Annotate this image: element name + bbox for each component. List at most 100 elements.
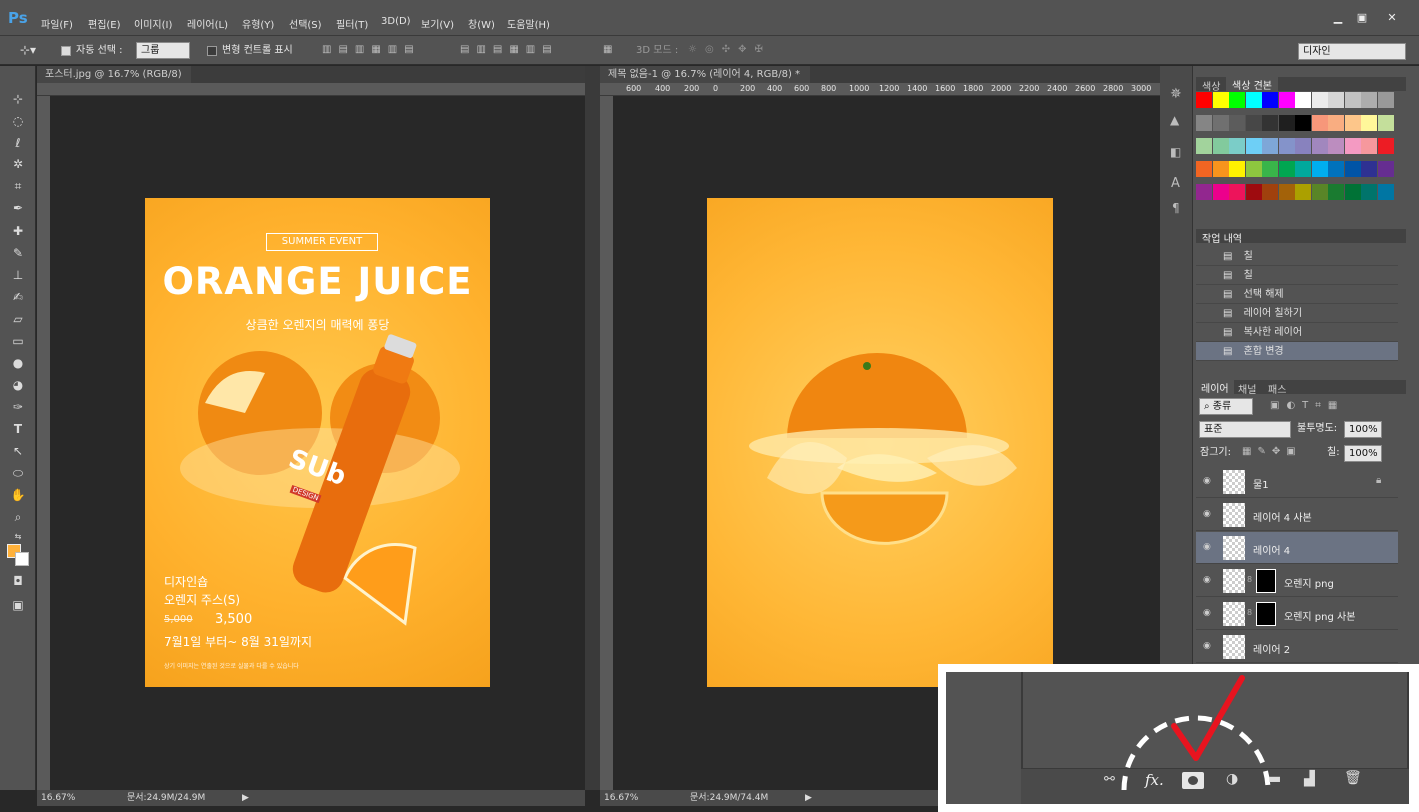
new-layer-icon[interactable]: ▟: [1304, 771, 1315, 787]
color-swatch[interactable]: [1278, 184, 1295, 200]
color-swatch[interactable]: [1377, 115, 1394, 131]
color-swatch[interactable]: [1361, 138, 1377, 154]
blend-mode-combo[interactable]: 표준: [1199, 421, 1291, 438]
color-swatch[interactable]: [1262, 184, 1278, 200]
eyedropper-icon[interactable]: ✒: [9, 199, 27, 217]
menu-filter[interactable]: 필터(T): [336, 16, 368, 31]
close-button[interactable]: ✕: [1380, 10, 1404, 26]
transform-controls-checkbox[interactable]: [207, 46, 217, 56]
color-swatch[interactable]: [1278, 138, 1295, 154]
menu-3d[interactable]: 3D(D): [381, 16, 411, 27]
trash-icon[interactable]: 🗑︎: [1344, 770, 1362, 786]
color-swatch[interactable]: [1377, 92, 1394, 108]
color-swatch[interactable]: [1229, 138, 1245, 154]
color-swatch[interactable]: [1377, 138, 1394, 154]
properties-icon[interactable]: ◧: [1170, 146, 1181, 158]
status-arrow-icon[interactable]: ▶: [805, 790, 812, 806]
color-swatch[interactable]: [1328, 184, 1344, 200]
menu-image[interactable]: 이미지(I): [134, 16, 172, 31]
color-swatch[interactable]: [1295, 161, 1311, 177]
align-icons[interactable]: ▥▤▥▦▥▤: [322, 44, 421, 56]
lock-icons[interactable]: ▦✎✥▣: [1242, 446, 1302, 458]
eye-icon[interactable]: ◉: [1203, 476, 1211, 486]
layer-row[interactable]: ◉ 레이어 2: [1196, 631, 1398, 663]
color-swatch[interactable]: [1212, 184, 1229, 200]
color-swatch[interactable]: [1328, 115, 1344, 131]
move-tool-icon[interactable]: ⊹▾: [20, 44, 36, 56]
poster-canvas[interactable]: SUMMER EVENT ORANGE JUICE 상큼한 오렌지의 매력에 퐁…: [145, 198, 490, 687]
layer-row[interactable]: ◉ 8 오렌지 png 사본: [1196, 598, 1398, 630]
color-swatch[interactable]: [1229, 92, 1245, 108]
color-swatch[interactable]: [1262, 92, 1278, 108]
color-swatch[interactable]: [1344, 92, 1361, 108]
background-color-swatch[interactable]: [15, 552, 29, 566]
color-swatch[interactable]: [1328, 92, 1344, 108]
paragraph-icon[interactable]: ¶: [1172, 202, 1180, 214]
color-swatch[interactable]: [1278, 92, 1295, 108]
menu-select[interactable]: 선택(S): [289, 16, 322, 31]
layer-row-selected[interactable]: ◉ 레이어 4: [1196, 532, 1398, 564]
color-swatch[interactable]: [1212, 92, 1229, 108]
status-arrow-icon[interactable]: ▶: [242, 790, 249, 806]
layer-filter-combo[interactable]: ⌕ 종류: [1199, 398, 1253, 415]
pen-tool-icon[interactable]: ✑: [9, 398, 27, 416]
tab-channels[interactable]: 채널: [1238, 381, 1256, 396]
color-swatch[interactable]: [1361, 161, 1377, 177]
layer-row[interactable]: ◉ 물1 🔒︎: [1196, 466, 1398, 498]
color-swatch[interactable]: [1278, 115, 1295, 131]
fill-input[interactable]: 100%: [1344, 445, 1382, 462]
history-item[interactable]: ▤ 칠: [1196, 247, 1398, 266]
screen-mode-icon[interactable]: ▣: [9, 596, 27, 614]
color-swatch[interactable]: [1229, 115, 1245, 131]
color-swatch[interactable]: [1361, 92, 1377, 108]
auto-select-checkbox[interactable]: [61, 46, 71, 56]
color-swatch[interactable]: [1245, 92, 1262, 108]
minimize-button[interactable]: ▁: [1326, 10, 1350, 26]
color-swatch[interactable]: [1311, 115, 1328, 131]
path-select-icon[interactable]: ↖: [9, 442, 27, 460]
eye-icon[interactable]: ◉: [1203, 575, 1211, 585]
color-swatch[interactable]: [1344, 138, 1361, 154]
color-swatch[interactable]: [1229, 161, 1245, 177]
color-swatch[interactable]: [1262, 138, 1278, 154]
color-swatch[interactable]: [1196, 138, 1212, 154]
color-swatch[interactable]: [1361, 115, 1377, 131]
adjustment-layer-icon[interactable]: ◑: [1226, 771, 1238, 787]
distribute-icons[interactable]: ▤▥▤▦▥▤: [460, 44, 559, 56]
menu-help[interactable]: 도움말(H): [507, 16, 550, 31]
poster-canvas-2[interactable]: [707, 198, 1053, 687]
type-tool-icon[interactable]: T: [9, 420, 27, 438]
color-swatch[interactable]: [1295, 138, 1311, 154]
color-swatch[interactable]: [1328, 138, 1344, 154]
color-swatch[interactable]: [1344, 184, 1361, 200]
menu-window[interactable]: 창(W): [468, 16, 495, 31]
layer-mask-thumbnail[interactable]: [1256, 602, 1276, 626]
layer-mask-thumbnail[interactable]: [1256, 569, 1276, 593]
history-item[interactable]: ▤ 칠: [1196, 266, 1398, 285]
color-swatch[interactable]: [1212, 115, 1229, 131]
swatch-grid[interactable]: [1196, 92, 1396, 210]
auto-align-icon[interactable]: ▦: [603, 44, 612, 56]
zoom-level-1[interactable]: 16.67%: [41, 790, 75, 806]
color-swatch[interactable]: [1212, 161, 1229, 177]
tab-swatches[interactable]: 색상 견본: [1226, 77, 1278, 92]
marquee-tool-icon[interactable]: ◌: [9, 112, 27, 130]
color-swatch[interactable]: [1278, 161, 1295, 177]
color-swatch[interactable]: [1196, 115, 1212, 131]
color-swatch[interactable]: [1245, 161, 1262, 177]
color-swatch[interactable]: [1295, 115, 1311, 131]
tab-history[interactable]: 작업 내역: [1202, 230, 1242, 245]
eye-icon[interactable]: ◉: [1203, 641, 1211, 651]
maximize-button[interactable]: ▣: [1350, 10, 1374, 26]
tab-paths[interactable]: 패스: [1268, 381, 1286, 396]
color-swatch[interactable]: [1311, 161, 1328, 177]
history-item[interactable]: ▤ 선택 해제: [1196, 285, 1398, 304]
magic-wand-icon[interactable]: ✲: [9, 155, 27, 173]
color-swatch[interactable]: [1377, 184, 1394, 200]
color-swatch[interactable]: [1344, 161, 1361, 177]
layer-row[interactable]: ◉ 8 오렌지 png: [1196, 565, 1398, 597]
history-item-active[interactable]: ▤ 혼합 변경: [1196, 342, 1398, 361]
workspace-switcher[interactable]: 디자인: [1298, 43, 1406, 60]
character-icon[interactable]: A: [1171, 177, 1180, 190]
fx-button[interactable]: fx.: [1145, 771, 1164, 789]
